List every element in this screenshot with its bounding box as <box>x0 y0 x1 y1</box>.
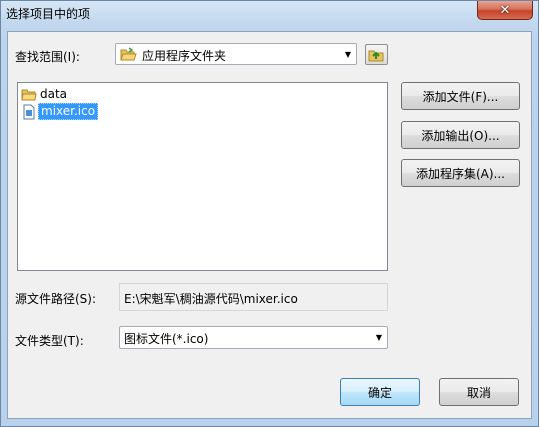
add-assembly-button[interactable]: 添加程序集(A)... <box>401 159 520 187</box>
source-path-field: E:\宋魁军\稠油源代码\mixer.ico <box>119 283 388 311</box>
chevron-down-icon[interactable]: ▼ <box>371 327 387 348</box>
dialog-body: 查找范围(I): 应用程序文件夹 ▼ data mixer.ico 添加文件(F… <box>7 31 532 419</box>
ok-button[interactable]: 确定 <box>340 378 420 406</box>
title-bar[interactable]: 选择项目中的项 ✕ <box>1 1 538 27</box>
look-in-value: 应用程序文件夹 <box>142 49 227 63</box>
list-item-mixer-ico[interactable]: mixer.ico <box>21 103 99 120</box>
file-type-dropdown[interactable]: 图标文件(*.ico) ▼ <box>119 326 388 349</box>
file-list[interactable]: data mixer.ico <box>17 82 388 271</box>
ico-file-icon <box>21 104 37 120</box>
cancel-button[interactable]: 取消 <box>439 378 519 406</box>
source-path-label: 源文件路径(S): <box>15 292 97 306</box>
window-title: 选择项目中的项 <box>6 7 91 21</box>
file-type-label: 文件类型(T): <box>15 334 84 348</box>
dialog-window: 选择项目中的项 ✕ 查找范围(I): 应用程序文件夹 ▼ data mixer.… <box>0 0 539 427</box>
look-in-dropdown[interactable]: 应用程序文件夹 ▼ <box>115 43 357 65</box>
list-item-label: data <box>40 87 68 101</box>
close-button[interactable]: ✕ <box>477 1 533 20</box>
folder-open-icon <box>120 47 137 65</box>
chevron-down-icon[interactable]: ▼ <box>340 44 356 64</box>
up-one-level-button[interactable] <box>365 44 388 65</box>
source-path-value: E:\宋魁军\稠油源代码\mixer.ico <box>124 292 298 306</box>
look-in-label: 查找范围(I): <box>15 50 80 64</box>
add-output-button[interactable]: 添加输出(O)... <box>401 121 520 149</box>
folder-icon <box>21 88 37 102</box>
folder-up-icon <box>368 47 385 65</box>
file-type-value: 图标文件(*.ico) <box>124 332 209 346</box>
add-file-button[interactable]: 添加文件(F)... <box>401 82 520 110</box>
close-icon: ✕ <box>499 2 511 18</box>
list-item-label: mixer.ico <box>38 103 99 120</box>
list-item-data[interactable]: data <box>21 86 69 103</box>
